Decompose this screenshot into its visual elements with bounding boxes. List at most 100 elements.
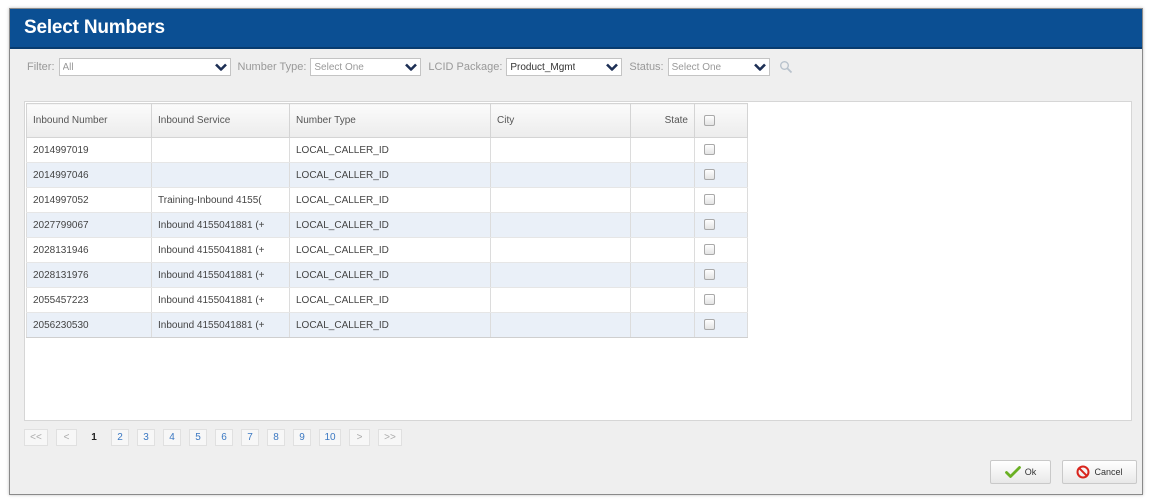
header-state[interactable]: State (630, 103, 695, 138)
number-type-select[interactable]: Select One (310, 58, 422, 76)
pager-page-4[interactable]: 4 (163, 429, 181, 446)
cell-state (630, 187, 695, 213)
cell-city (490, 212, 631, 238)
pager-page-2[interactable]: 2 (111, 429, 129, 446)
cell-state (630, 287, 695, 313)
cell-state (630, 237, 695, 263)
table-row[interactable]: 2028131946 Inbound 4155041881 (+ LOCAL_CAL… (26, 237, 748, 263)
dialog-title: Select Numbers (24, 17, 165, 38)
cell-number-type: LOCAL_CALLER_ID (289, 237, 491, 263)
cell-inbound-service: Inbound 4155041881 (+ (151, 312, 290, 338)
cell-select[interactable] (694, 162, 748, 188)
cell-select[interactable] (694, 312, 748, 338)
filter-select[interactable]: All (58, 58, 231, 76)
status-select[interactable]: Select One (667, 58, 770, 76)
cell-select[interactable] (694, 212, 748, 238)
pager-first-button[interactable]: << (24, 429, 48, 446)
cell-state (630, 137, 695, 163)
cell-city (490, 187, 631, 213)
cancel-button[interactable]: Cancel (1062, 460, 1137, 484)
cell-state (630, 212, 695, 238)
row-checkbox[interactable] (704, 294, 715, 306)
cell-number-type: LOCAL_CALLER_ID (289, 312, 491, 338)
cell-inbound-service (151, 162, 290, 188)
table-row[interactable]: 2014997019 LOCAL_CALLER_ID (26, 137, 748, 163)
pager-current-page[interactable]: 1 (85, 429, 103, 446)
cell-inbound-number: 2055457223 (26, 287, 152, 313)
dialog-title-bar: Select Numbers (10, 9, 1142, 49)
row-checkbox[interactable] (704, 244, 715, 256)
pager-next-button[interactable]: > (349, 429, 370, 446)
number-type-select-value: Select One (314, 61, 364, 73)
status-label: Status: (629, 61, 664, 73)
chevron-down-icon (606, 63, 619, 71)
cell-select[interactable] (694, 287, 748, 313)
cell-select[interactable] (694, 262, 748, 288)
cell-inbound-number: 2056230530 (26, 312, 152, 338)
cell-inbound-number: 2027799067 (26, 212, 152, 238)
cell-inbound-service: Inbound 4155041881 (+ (151, 237, 290, 263)
table-row[interactable]: 2014997046 LOCAL_CALLER_ID (26, 162, 748, 188)
row-checkbox[interactable] (704, 144, 715, 156)
pager-page-9[interactable]: 9 (293, 429, 311, 446)
pager-page-8[interactable]: 8 (267, 429, 285, 446)
header-inbound-service[interactable]: Inbound Service (151, 103, 290, 138)
number-type-label: Number Type: (237, 61, 307, 73)
pager-page-5[interactable]: 5 (189, 429, 207, 446)
cell-state (630, 312, 695, 338)
cell-number-type: LOCAL_CALLER_ID (289, 137, 491, 163)
pager-prev-button[interactable]: < (56, 429, 77, 446)
cell-select[interactable] (694, 137, 748, 163)
table-row[interactable]: 2028131976 Inbound 4155041881 (+ LOCAL_CAL… (26, 262, 748, 288)
cell-number-type: LOCAL_CALLER_ID (289, 212, 491, 238)
checkmark-icon (1004, 466, 1021, 478)
cell-select[interactable] (694, 187, 748, 213)
header-inbound-number[interactable]: Inbound Number (26, 103, 152, 138)
row-checkbox[interactable] (704, 219, 715, 231)
table-row[interactable]: 2014997052 Training-Inbound 4155(LOCAL_CA… (26, 187, 748, 213)
pager-last-button[interactable]: >> (378, 429, 402, 446)
cell-inbound-service: Inbound 4155041881 (+ (151, 262, 290, 288)
row-checkbox[interactable] (704, 194, 715, 206)
lcid-package-select-value: Product_Mgmt (510, 61, 576, 73)
table-row[interactable]: 2027799067 Inbound 4155041881 (+ LOCAL_CAL… (26, 212, 748, 238)
chevron-down-icon (405, 63, 418, 71)
lcid-package-select[interactable]: Product_Mgmt (506, 58, 623, 76)
search-icon[interactable] (779, 60, 793, 74)
cancel-button-label: Cancel (1094, 467, 1123, 477)
cell-state (630, 262, 695, 288)
row-checkbox[interactable] (704, 169, 715, 181)
table-row[interactable]: 2055457223 Inbound 4155041881 (+ LOCAL_CAL… (26, 287, 748, 313)
pager-page-3[interactable]: 3 (137, 429, 155, 446)
select-numbers-dialog: Select Numbers Filter: All Number Type: … (9, 8, 1143, 495)
header-number-type[interactable]: Number Type (289, 103, 491, 138)
table-row[interactable]: 2056230530 Inbound 4155041881 (+ LOCAL_CAL… (26, 312, 748, 338)
ok-button[interactable]: Ok (990, 460, 1051, 484)
cell-city (490, 262, 631, 288)
cell-inbound-service: Inbound 4155041881 (+ (151, 212, 290, 238)
filter-select-value: All (62, 61, 74, 73)
select-all-checkbox[interactable] (704, 114, 715, 126)
numbers-table: Inbound Number Inbound Service Number Ty… (26, 103, 748, 338)
row-checkbox[interactable] (704, 269, 715, 281)
status-select-value: Select One (671, 61, 722, 73)
cell-select[interactable] (694, 237, 748, 263)
cell-city (490, 162, 631, 188)
ok-button-label: Ok (1024, 467, 1037, 477)
pager-page-7[interactable]: 7 (241, 429, 259, 446)
cell-inbound-service: Inbound 4155041881 (+ (151, 287, 290, 313)
pagination: << <1 2 3 4 5 6 7 8 9 10 > >> (24, 429, 410, 446)
cell-inbound-number: 2014997052 (26, 187, 152, 213)
header-select-all[interactable] (694, 103, 748, 138)
cell-inbound-service: Training-Inbound 4155( (151, 187, 290, 213)
row-checkbox[interactable] (704, 319, 715, 331)
cell-number-type: LOCAL_CALLER_ID (289, 162, 491, 188)
pager-page-6[interactable]: 6 (215, 429, 233, 446)
chevron-down-icon (753, 63, 766, 71)
pager-page-10[interactable]: 10 (319, 429, 341, 446)
chevron-down-icon (214, 63, 227, 71)
cell-city (490, 287, 631, 313)
filter-label: Filter: (27, 61, 55, 73)
header-city[interactable]: City (490, 103, 631, 138)
cell-inbound-number: 2028131946 (26, 237, 152, 263)
